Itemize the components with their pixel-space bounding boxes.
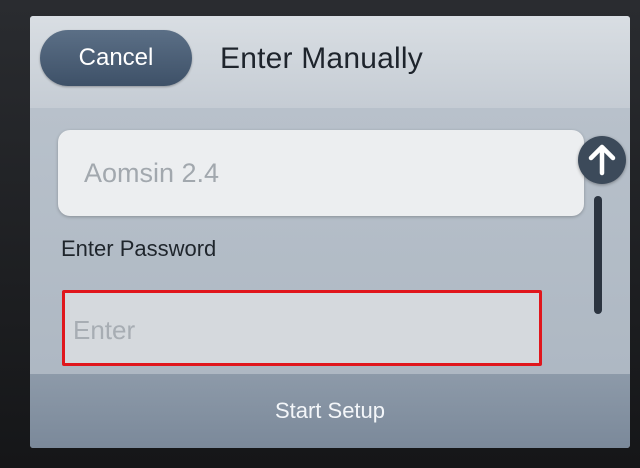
ssid-value: Aomsin 2.4 — [84, 158, 220, 188]
scrollbar[interactable] — [594, 196, 602, 314]
ssid-field[interactable]: Aomsin 2.4 — [58, 130, 584, 216]
password-label: Enter Password — [61, 236, 217, 261]
touch-screen: Cancel Enter Manually Aomsin 2.4 Enter P… — [30, 16, 630, 448]
cancel-button[interactable]: Cancel — [40, 30, 192, 86]
printer-panel: Cancel Enter Manually Aomsin 2.4 Enter P… — [0, 0, 640, 468]
page-title: Enter Manually — [220, 42, 423, 75]
header-bar: Cancel Enter Manually — [30, 16, 630, 108]
arrow-up-icon — [588, 144, 616, 176]
start-setup-button[interactable]: Start Setup — [30, 374, 630, 448]
password-placeholder: Enter — [73, 315, 136, 345]
scrollbar-thumb[interactable] — [594, 196, 602, 314]
content-area: Aomsin 2.4 Enter Password Enter — [30, 108, 630, 374]
password-input[interactable]: Enter — [62, 290, 542, 366]
footer-bar: Start Setup — [30, 374, 630, 448]
scroll-up-button[interactable] — [578, 136, 626, 184]
